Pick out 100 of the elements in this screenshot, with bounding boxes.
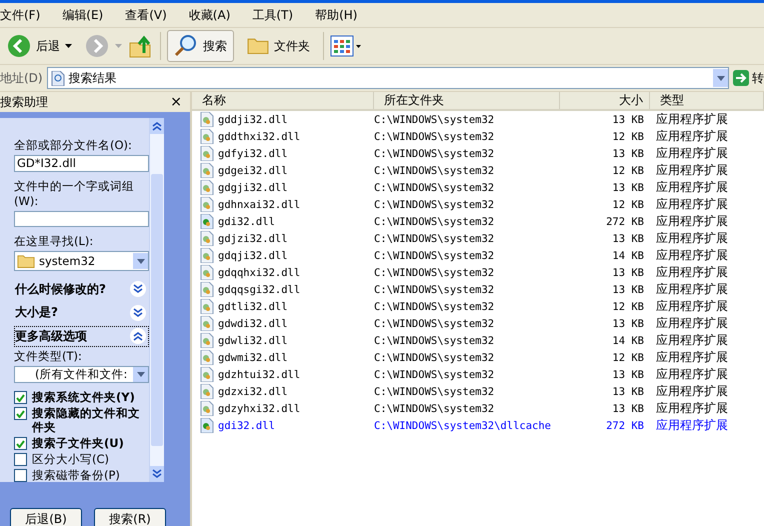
field-label: 在这里寻找(L): [14,234,94,250]
dll-file-icon [200,418,214,433]
dll-file-icon [200,112,214,127]
search-results-icon [50,70,65,86]
column-header[interactable]: 所在文件夹 [374,92,560,109]
chevron-icon [130,304,146,321]
address-field[interactable]: 搜索结果 [46,67,729,89]
file-name[interactable]: gdzyhxi32.dll [192,401,374,416]
file-name[interactable]: gdqqhxi32.dll [192,265,374,280]
file-size: 13 KB [611,368,645,380]
option-label: 搜索隐藏的文件和文件夹 [32,406,140,434]
file-size: 13 KB [611,114,645,126]
filename-field[interactable]: GD*I32.dll [14,155,149,172]
section-header[interactable]: 更多高级选项 [14,326,149,348]
menu-item[interactable]: 编辑(E) [62,6,104,24]
file-type: 应用程序扩展 [655,366,729,383]
file-size: 13 KB [611,232,645,244]
file-type: 应用程序扩展 [655,162,729,179]
file-size: 13 KB [611,318,645,330]
file-name[interactable]: gdgei32.dll [192,163,374,178]
back-button[interactable]: 后退 [0,30,79,62]
file-name[interactable]: gdqqsgi32.dll [192,282,374,297]
dll-file-icon [200,180,214,195]
folder-path: C:\WINDOWS\system32 [374,386,496,398]
checkbox[interactable] [14,391,27,404]
file-name[interactable]: gdwmi32.dll [192,350,374,365]
dll-file-icon [200,214,214,229]
chevron-icon [130,328,146,344]
folders-button[interactable]: 文件夹 [240,30,317,62]
go-button[interactable]: 转 [733,70,764,86]
file-type: 应用程序扩展 [655,349,729,366]
file-name[interactable]: gdgji32.dll [192,180,374,195]
address-value: 搜索结果 [68,70,117,86]
field-label: 文件中的一个字或词组(W): [14,178,135,209]
dropdown-icon[interactable] [136,258,144,264]
file-name[interactable]: gdzxi32.dll [192,384,374,399]
folder-path: C:\WINDOWS\system32 [374,266,496,278]
menu-item[interactable]: 帮助(H) [315,6,358,24]
dropdown-icon[interactable] [136,372,144,378]
menu-item[interactable]: 文件(F) [0,6,40,24]
checkbox[interactable] [14,407,27,420]
file-type: 应用程序扩展 [655,281,729,298]
column-header[interactable]: 大小 [560,92,650,109]
file-name[interactable]: gdi32.dll [192,418,374,433]
dll-file-icon [200,231,214,246]
section-header[interactable]: 大小是? [14,302,149,324]
file-name[interactable]: gdwdi32.dll [192,316,374,331]
caret-icon [115,44,122,48]
checkbox[interactable] [14,469,27,482]
dropdown-icon[interactable] [713,69,728,87]
dll-file-icon [200,163,214,178]
file-size: 13 KB [611,284,645,296]
file-type: 应用程序扩展 [655,332,729,349]
file-name[interactable]: gdzhtui32.dll [192,367,374,382]
file-name[interactable]: gdi32.dll [192,214,374,229]
column-header[interactable]: 名称 [192,92,374,109]
option-label: 区分大小写(C) [32,452,110,466]
dll-file-icon [200,248,214,263]
address-label: 地址(D) [0,70,43,86]
file-name[interactable]: gddji32.dll [192,112,374,127]
menu-item[interactable]: 查看(V) [125,6,167,24]
checkbox[interactable] [14,453,27,466]
section-header[interactable]: 什么时候修改的? [14,278,149,300]
dll-file-icon [200,146,214,161]
pane-button[interactable]: 后退(B) [10,508,82,526]
file-type-dropdown[interactable]: (所有文件和文件: [14,366,149,384]
search-button[interactable]: 搜索 [167,30,234,62]
folder-path: C:\WINDOWS\system32 [374,284,496,296]
file-name[interactable]: gdqji32.dll [192,248,374,263]
file-name[interactable]: gdtli32.dll [192,299,374,314]
folder-icon [17,254,35,269]
field-label: 全部或部分文件名(O): [14,138,133,153]
file-size: 14 KB [611,334,645,346]
file-name[interactable]: gdfyi32.dll [192,146,374,161]
scroll-up-icon[interactable] [150,118,164,134]
checkbox[interactable] [14,437,27,450]
menu-item[interactable]: 收藏(A) [188,6,230,24]
dll-file-icon [200,299,214,314]
phrase-field[interactable] [14,210,149,228]
file-type: 应用程序扩展 [655,128,729,145]
file-name[interactable]: gdhnxai32.dll [192,197,374,212]
file-size: 12 KB [611,164,645,176]
close-button[interactable]: × [170,94,182,110]
file-name[interactable]: gdjzi32.dll [192,231,374,246]
file-size: 12 KB [611,300,645,312]
pane-button[interactable]: 搜索(R) [94,508,166,526]
file-name[interactable]: gddthxi32.dll [192,129,374,144]
file-type: 应用程序扩展 [655,417,729,434]
view-grid-icon[interactable] [330,35,362,57]
folder-path: C:\WINDOWS\system32 [374,216,496,228]
scroll-down-icon[interactable] [150,466,164,482]
file-name[interactable]: gdwli32.dll [192,333,374,348]
dll-file-icon [200,197,214,212]
column-header[interactable]: 类型 [650,92,764,109]
location-dropdown[interactable]: system32 [14,251,149,272]
menu-item[interactable]: 工具(T) [252,6,294,24]
scrollbar[interactable] [149,118,164,482]
file-type: 应用程序扩展 [655,383,729,400]
file-size: 13 KB [611,148,645,160]
folder-path: C:\WINDOWS\system32\dllcache [374,420,552,432]
